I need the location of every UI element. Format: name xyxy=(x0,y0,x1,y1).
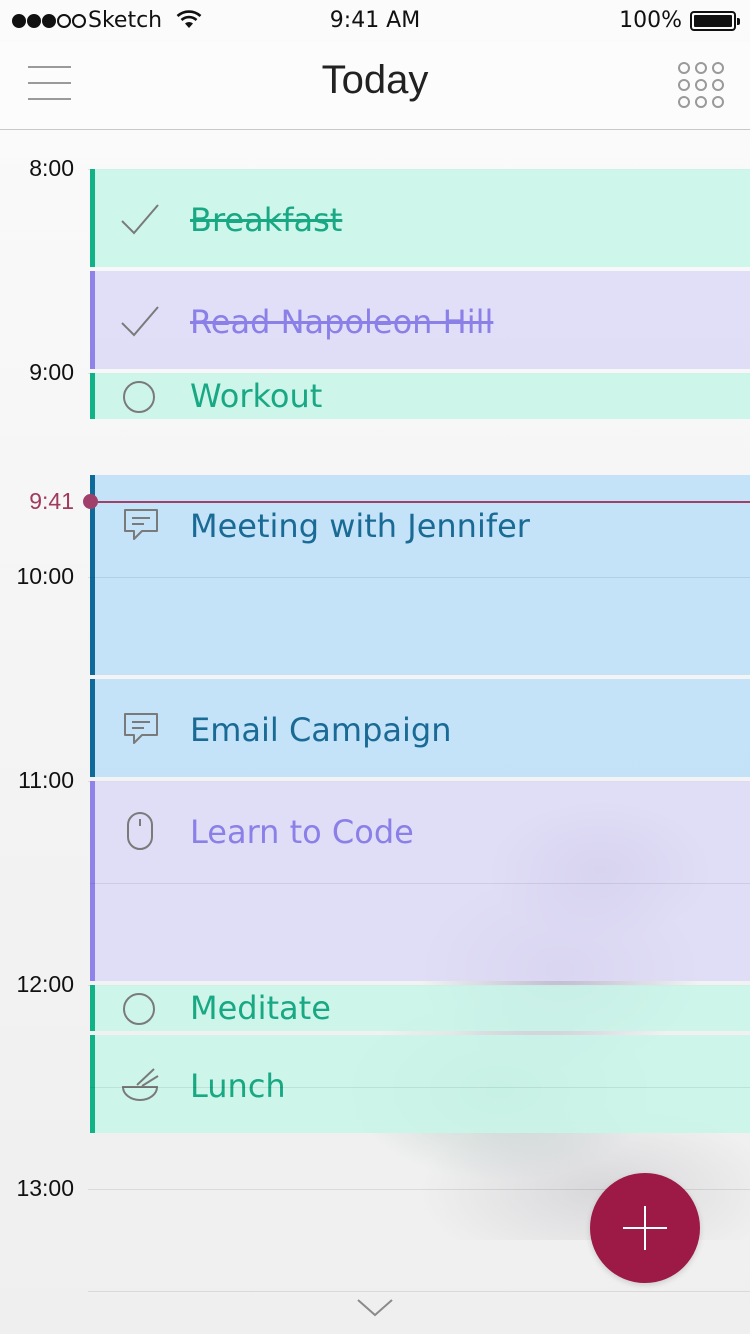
status-bar: Sketch 9:41 AM 100% xyxy=(0,0,750,42)
hour-label: 8:00 xyxy=(29,155,74,181)
event-gridline xyxy=(90,1087,750,1088)
event-title: Workout xyxy=(190,377,323,415)
event-lunch[interactable]: Lunch xyxy=(90,1035,750,1133)
event-color-bar xyxy=(90,1035,95,1133)
chat-bubble-icon[interactable] xyxy=(122,507,160,545)
hour-label: 11:00 xyxy=(18,767,74,793)
bowl-icon[interactable] xyxy=(120,1065,160,1105)
event-read-napoleon-hill[interactable]: Read Napoleon Hill xyxy=(90,271,750,369)
current-time-line xyxy=(88,501,750,503)
event-color-bar xyxy=(90,781,95,981)
hour-label: 13:00 xyxy=(16,1175,74,1201)
navigation-bar: Today xyxy=(0,42,750,130)
battery-percentage: 100% xyxy=(619,8,682,33)
event-meeting-with-jennifer[interactable]: Meeting with Jennifer xyxy=(90,475,750,675)
event-breakfast[interactable]: Breakfast xyxy=(90,169,750,267)
chevron-down-icon[interactable] xyxy=(356,1296,394,1318)
event-title: Meeting with Jennifer xyxy=(190,507,530,545)
event-gridline xyxy=(90,883,750,884)
hour-label: 12:00 xyxy=(16,971,74,997)
event-meditate[interactable]: Meditate xyxy=(90,985,750,1031)
event-color-bar xyxy=(90,373,95,419)
add-event-button[interactable] xyxy=(590,1173,700,1283)
checkmark-icon[interactable] xyxy=(120,301,160,341)
current-time-label: 9:41 xyxy=(29,488,74,514)
event-learn-to-code[interactable]: Learn to Code xyxy=(90,781,750,981)
event-color-bar xyxy=(90,271,95,369)
checkmark-icon[interactable] xyxy=(120,199,160,239)
event-title: Learn to Code xyxy=(190,813,414,851)
event-color-bar xyxy=(90,679,95,777)
event-title: Meditate xyxy=(190,989,331,1027)
event-workout[interactable]: Workout xyxy=(90,373,750,419)
circle-icon[interactable] xyxy=(121,379,157,415)
grid-dots-icon[interactable] xyxy=(678,62,724,108)
event-title: Breakfast xyxy=(190,201,343,239)
bottom-divider xyxy=(88,1291,750,1292)
event-gridline xyxy=(90,577,750,578)
mouse-icon[interactable] xyxy=(126,811,154,851)
hour-label: 9:00 xyxy=(29,359,74,385)
event-title: Lunch xyxy=(190,1067,286,1105)
event-color-bar xyxy=(90,169,95,267)
hour-label: 10:00 xyxy=(16,563,74,589)
page-title: Today xyxy=(321,58,429,102)
battery-icon xyxy=(690,11,740,31)
chat-bubble-icon[interactable] xyxy=(122,711,160,749)
event-email-campaign[interactable]: Email Campaign xyxy=(90,679,750,777)
circle-icon[interactable] xyxy=(121,991,157,1027)
event-title: Email Campaign xyxy=(190,711,452,749)
event-color-bar xyxy=(90,985,95,1031)
event-title: Read Napoleon Hill xyxy=(190,303,494,341)
current-time-dot xyxy=(83,494,98,509)
